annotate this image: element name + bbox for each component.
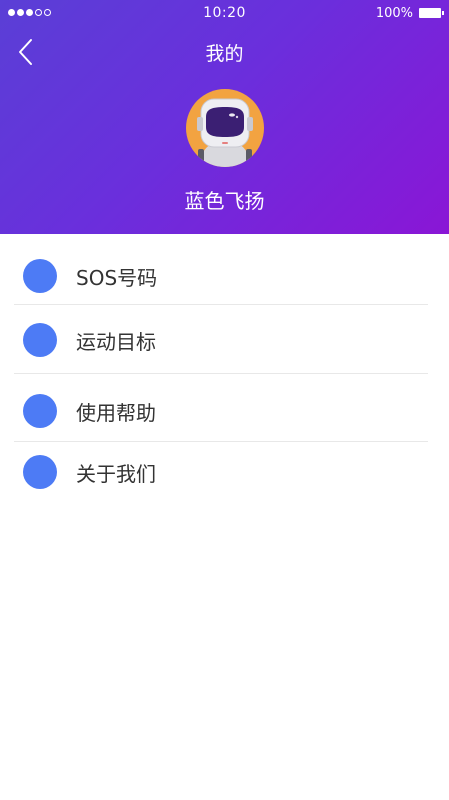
profile-header: 10:20 100% 我的 蓝色飞扬 (0, 0, 449, 234)
menu-item-sos-number[interactable]: SOS号码 (14, 256, 428, 296)
menu-item-help[interactable]: 使用帮助 (14, 392, 428, 432)
menu-item-exercise-goal[interactable]: 运动目标 (14, 320, 428, 360)
dot-icon (23, 455, 57, 489)
menu-item-label: SOS号码 (76, 266, 158, 290)
menu-item-label: 运动目标 (76, 330, 156, 354)
status-bar: 10:20 100% (0, 0, 449, 28)
menu-item-label: 关于我们 (76, 462, 156, 486)
dot-icon (23, 259, 57, 293)
menu-item-label: 使用帮助 (76, 401, 156, 425)
astronaut-avatar-icon (197, 98, 253, 167)
dot-icon (23, 394, 57, 428)
profile-screen: 10:20 100% 我的 蓝色飞扬 SOS号码 运动目标 使用帮助 关于我们 (0, 0, 449, 800)
menu-item-about-us[interactable]: 关于我们 (14, 452, 428, 492)
dot-icon (23, 323, 57, 357)
avatar[interactable] (186, 89, 264, 167)
divider (14, 373, 428, 374)
divider (14, 304, 428, 305)
page-title: 我的 (205, 43, 244, 65)
battery-percent: 100% (375, 6, 413, 21)
divider (14, 441, 428, 442)
username: 蓝色飞扬 (184, 189, 265, 213)
battery-icon (419, 8, 444, 18)
